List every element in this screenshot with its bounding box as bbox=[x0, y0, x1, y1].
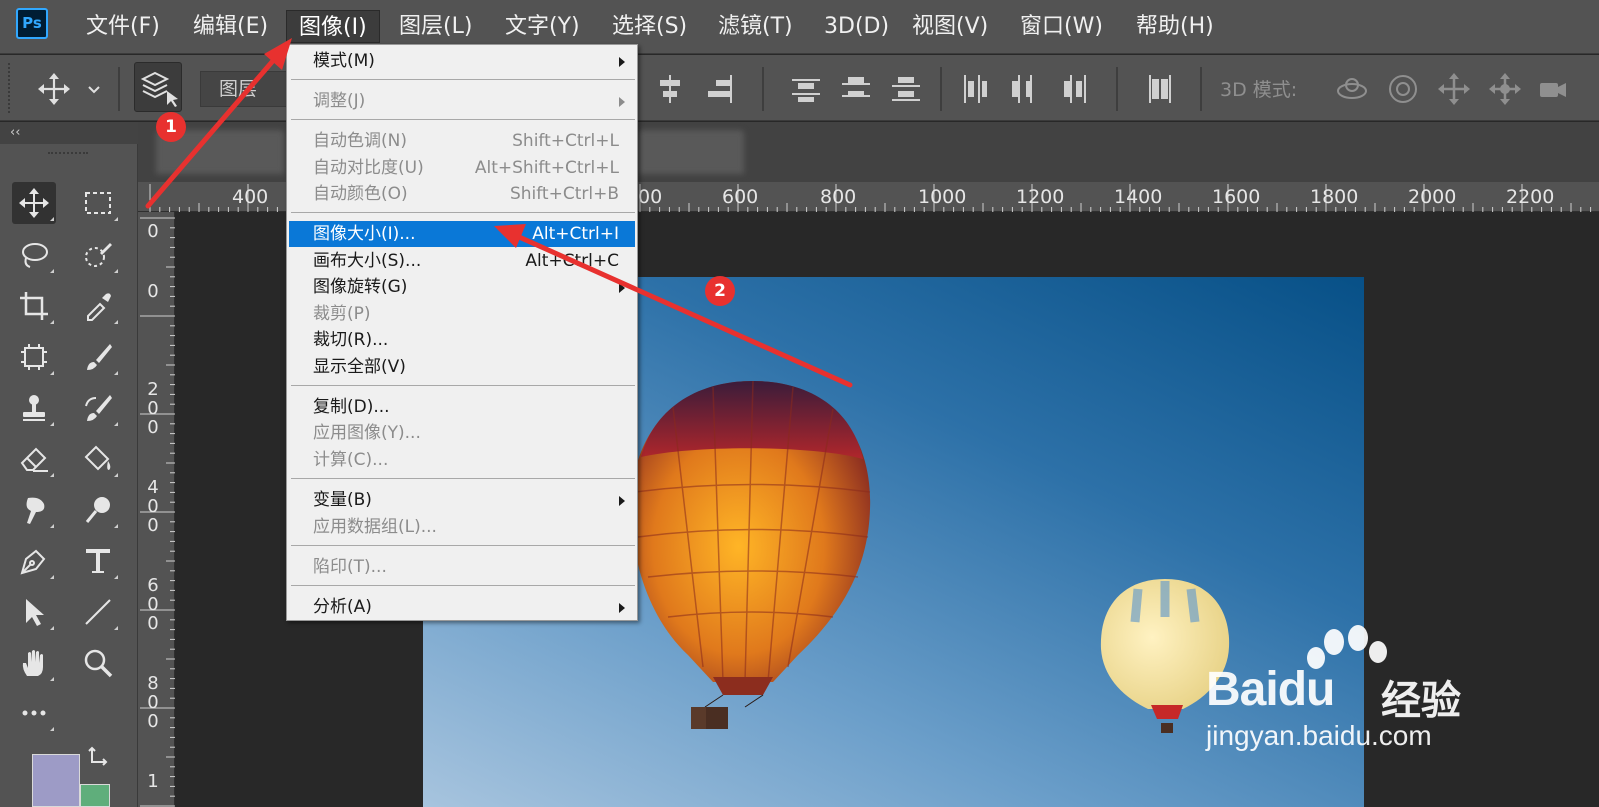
step-badge-1: 1 bbox=[156, 112, 186, 142]
step-badge-2: 2 bbox=[705, 276, 735, 306]
annotation-arrow-2 bbox=[505, 229, 853, 388]
photoshop-window: Ps 文件(F) 编辑(E) 图像(I) 图层(L) 文字(Y) 选择(S) 滤… bbox=[0, 0, 1599, 807]
annotation-arrows bbox=[145, 38, 853, 388]
